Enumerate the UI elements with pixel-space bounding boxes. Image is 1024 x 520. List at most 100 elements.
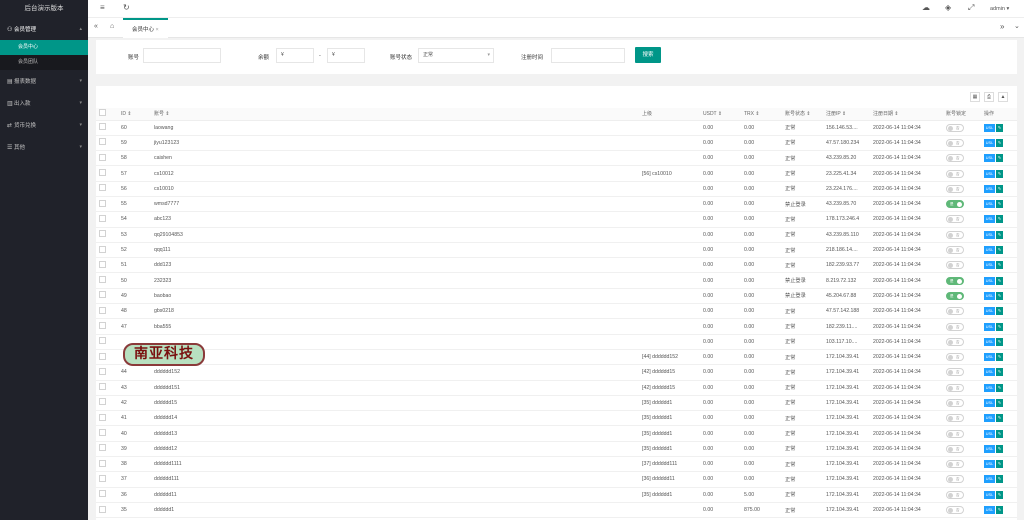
menu-toggle-icon[interactable]: ≡ <box>100 3 105 12</box>
row-checkbox[interactable] <box>99 199 106 207</box>
edit-icon[interactable]: ✎ <box>996 444 1003 453</box>
usl-button[interactable]: USL <box>984 138 995 147</box>
amount-from-input[interactable]: ¥ <box>276 48 314 63</box>
table-row[interactable]: 0.00 0.00 正常 103.117.10.... 2022-06-14 11:04… <box>96 334 1017 350</box>
edit-icon[interactable]: ✎ <box>996 460 1003 469</box>
edit-icon[interactable]: ✎ <box>996 184 1003 193</box>
edit-icon[interactable]: ✎ <box>996 429 1003 438</box>
edit-icon[interactable]: ✎ <box>996 138 1003 147</box>
lock-toggle[interactable]: 否 <box>946 353 964 362</box>
edit-icon[interactable]: ✎ <box>996 154 1003 163</box>
table-row[interactable]: 56 cs10010 0.00 0.00 正常 23.224.176.... 2022-06… <box>96 181 1017 197</box>
sidebar-item-2[interactable]: ▥ 出入款 ▾ <box>0 92 88 114</box>
row-checkbox[interactable] <box>99 138 106 146</box>
lock-toggle[interactable]: 否 <box>946 215 964 224</box>
lock-toggle[interactable]: 否 <box>946 246 964 255</box>
usl-button[interactable]: USL <box>984 276 995 285</box>
edit-icon[interactable]: ✎ <box>996 353 1003 362</box>
edit-icon[interactable]: ✎ <box>996 246 1003 255</box>
reg-time-input[interactable] <box>551 48 625 63</box>
lock-toggle[interactable]: 否 <box>946 184 964 193</box>
usl-button[interactable]: USL <box>984 200 995 209</box>
edit-icon[interactable]: ✎ <box>996 337 1003 346</box>
usl-button[interactable]: USL <box>984 429 995 438</box>
usl-button[interactable]: USL <box>984 460 995 469</box>
table-row[interactable]: 35 dddddd1 0.00 875.00 正常 172.104.39.41 2022-0… <box>96 502 1017 519</box>
lock-toggle[interactable]: 否 <box>946 398 964 407</box>
row-checkbox[interactable] <box>99 383 106 391</box>
edit-icon[interactable]: ✎ <box>996 307 1003 316</box>
column-header[interactable]: USDT ⇕ <box>700 108 741 121</box>
row-checkbox[interactable] <box>99 367 106 375</box>
close-icon[interactable]: × <box>156 27 159 33</box>
usl-button[interactable]: USL <box>984 230 995 239</box>
sort-icon[interactable]: ⇕ <box>841 111 846 117</box>
usl-button[interactable]: USL <box>984 154 995 163</box>
columns-icon[interactable]: ▦ <box>970 92 980 102</box>
column-header[interactable]: 账号锁定 <box>943 108 981 121</box>
usl-button[interactable]: USL <box>984 184 995 193</box>
usl-button[interactable]: USL <box>984 291 995 300</box>
usl-button[interactable]: USL <box>984 322 995 331</box>
column-header[interactable]: 账号 ⇕ <box>151 108 639 121</box>
table-row[interactable]: 59 jiyu123123 0.00 0.00 正常 47.57.180.234 2022-… <box>96 135 1017 152</box>
column-header[interactable]: 注册IP ⇕ <box>823 108 870 121</box>
row-checkbox[interactable] <box>99 169 106 177</box>
table-row[interactable]: [44] dddddd152 0.00 0.00 正常 172.104.39.41 202… <box>96 349 1017 366</box>
lock-toggle[interactable]: 否 <box>946 138 964 147</box>
row-checkbox[interactable] <box>99 260 106 268</box>
usl-button[interactable]: USL <box>984 398 995 407</box>
sidebar-subitem-1[interactable]: 会员团队 <box>0 55 88 70</box>
lock-toggle[interactable]: 是 <box>946 276 964 285</box>
lock-toggle[interactable]: 否 <box>946 414 964 423</box>
lock-toggle[interactable]: 否 <box>946 307 964 316</box>
usl-button[interactable]: USL <box>984 123 995 132</box>
lock-toggle[interactable]: 否 <box>946 169 964 178</box>
tab-prev-icon[interactable]: « <box>94 23 98 30</box>
row-checkbox[interactable] <box>99 459 106 467</box>
table-row[interactable]: 52 qqq111 0.00 0.00 正常 218.186.14.... 2022-06-… <box>96 242 1017 259</box>
row-checkbox[interactable] <box>99 230 106 238</box>
table-row[interactable]: 37 dddddd111 [36] dddddd11 0.00 0.00 正常 172.10… <box>96 471 1017 488</box>
table-row[interactable]: 55 wmsd7777 0.00 0.00 禁止登录 43.239.85.70 2022-0… <box>96 196 1017 213</box>
lock-toggle[interactable]: 否 <box>946 337 964 346</box>
select-all-checkbox[interactable] <box>99 109 106 117</box>
table-row[interactable]: 39 dddddd12 [35] dddddd1 0.00 0.00 正常 172.104.… <box>96 441 1017 458</box>
column-header[interactable]: ID ⇕ <box>118 108 151 121</box>
refresh-icon[interactable]: ↻ <box>123 3 130 12</box>
usl-button[interactable]: USL <box>984 383 995 392</box>
usl-button[interactable]: USL <box>984 490 995 499</box>
table-row[interactable]: 60 laowang 0.00 0.00 正常 156.146.53.... 2022-06… <box>96 120 1017 136</box>
row-checkbox[interactable] <box>99 153 106 161</box>
lock-toggle[interactable]: 否 <box>946 490 964 499</box>
edit-icon[interactable]: ✎ <box>996 506 1003 515</box>
row-checkbox[interactable] <box>99 291 106 299</box>
usl-button[interactable]: USL <box>984 506 995 515</box>
lock-toggle[interactable]: 否 <box>946 322 964 331</box>
edit-icon[interactable]: ✎ <box>996 398 1003 407</box>
row-checkbox[interactable] <box>99 505 106 513</box>
print-icon[interactable]: ▲ <box>998 92 1008 102</box>
edit-icon[interactable]: ✎ <box>996 261 1003 270</box>
table-row[interactable]: 40 dddddd13 [35] dddddd1 0.00 0.00 正常 172.104.… <box>96 425 1017 442</box>
edit-icon[interactable]: ✎ <box>996 368 1003 377</box>
lock-toggle[interactable]: 否 <box>946 261 964 270</box>
table-row[interactable]: 42 dddddd15 [35] dddddd1 0.00 0.00 正常 172.104.… <box>96 395 1017 412</box>
lock-toggle[interactable]: 否 <box>946 383 964 392</box>
usl-button[interactable]: USL <box>984 353 995 362</box>
usl-button[interactable]: USL <box>984 246 995 255</box>
row-checkbox[interactable] <box>99 352 106 360</box>
edit-icon[interactable]: ✎ <box>996 215 1003 224</box>
row-checkbox[interactable] <box>99 444 106 452</box>
table-row[interactable]: 58 caishen 0.00 0.00 正常 43.239.85.20 2022-06-1… <box>96 150 1017 167</box>
fullscreen-icon[interactable]: ⤢ <box>968 3 974 13</box>
lock-toggle[interactable]: 否 <box>946 460 964 469</box>
usl-button[interactable]: USL <box>984 215 995 224</box>
table-row[interactable]: 57 cs10012 [56] cs10010 0.00 0.00 正常 23.225.41… <box>96 165 1017 182</box>
sort-icon[interactable]: ⇕ <box>805 111 810 117</box>
edit-icon[interactable]: ✎ <box>996 123 1003 132</box>
amount-to-input[interactable]: ¥ <box>327 48 365 63</box>
lock-toggle[interactable]: 否 <box>946 444 964 453</box>
account-input[interactable] <box>143 48 221 63</box>
lock-toggle[interactable]: 否 <box>946 368 964 377</box>
